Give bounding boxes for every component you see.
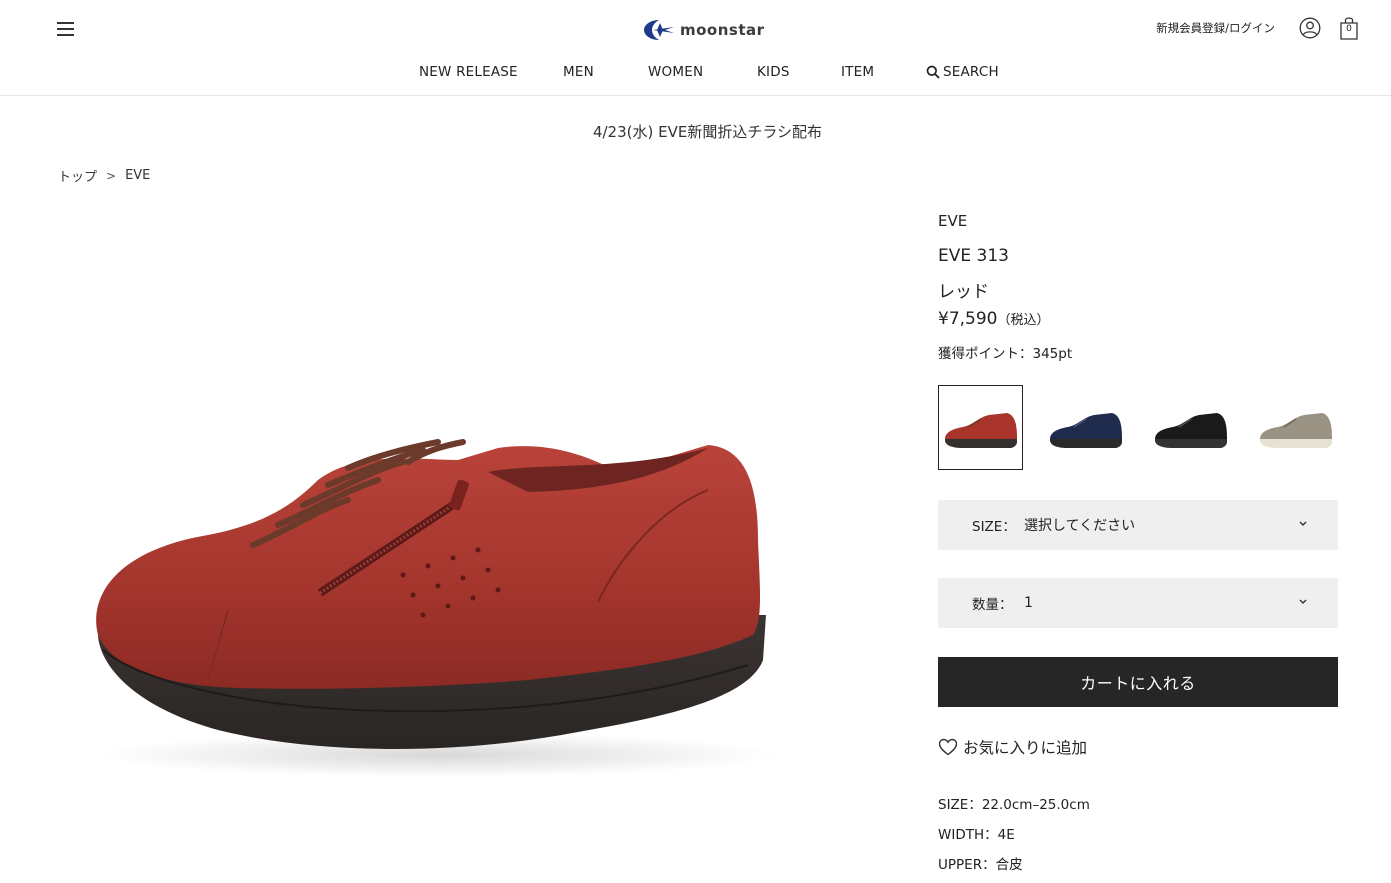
- product-brand[interactable]: EVE: [938, 212, 1338, 230]
- swatch-beige[interactable]: [1253, 385, 1338, 470]
- login-link[interactable]: 新規会員登録/ログイン: [1156, 20, 1275, 36]
- spec-upper: UPPER：合皮: [938, 857, 1023, 873]
- add-to-favorites-button[interactable]: お気に入りに追加: [938, 736, 1087, 758]
- spec-width: WIDTH：4E: [938, 827, 1015, 843]
- navy-shoe-thumbnail: [1049, 412, 1122, 448]
- heart-icon: [938, 738, 958, 756]
- red-shoe-thumbnail: [944, 412, 1017, 448]
- color-swatches: [938, 385, 1358, 470]
- nav-new-release[interactable]: NEW RELEASE: [419, 64, 518, 80]
- spec-size: SIZE：22.0cm–25.0cm: [938, 797, 1090, 813]
- chevron-down-icon: [1299, 521, 1307, 526]
- logo-text: moonstar: [680, 21, 765, 39]
- logo-mark-icon: [644, 20, 674, 40]
- nav-item[interactable]: ITEM: [841, 64, 874, 80]
- black-shoe-thumbnail: [1154, 412, 1227, 448]
- size-select[interactable]: SIZE： 選択してください: [938, 500, 1338, 550]
- product-info: EVE EVE 313 レッド ¥7,590（税込） 獲得ポイント：345pt: [938, 212, 1338, 873]
- breadcrumb-separator: >: [106, 168, 117, 183]
- user-icon[interactable]: [1299, 17, 1321, 39]
- nav-kids[interactable]: KIDS: [757, 64, 790, 80]
- quantity-select-value: 1: [1024, 595, 1033, 611]
- price-tax-note: （税込）: [997, 313, 1050, 328]
- product-color: レッド: [938, 282, 989, 302]
- swatch-red[interactable]: [938, 385, 1023, 470]
- product-price: ¥7,590（税込）: [938, 309, 1050, 329]
- beige-shoe-thumbnail: [1259, 412, 1332, 448]
- points-earned: 獲得ポイント：345pt: [938, 346, 1073, 362]
- product-main-image[interactable]: [58, 210, 793, 883]
- chevron-down-icon: [1299, 599, 1307, 604]
- cart-icon[interactable]: 0: [1339, 16, 1359, 40]
- site-header: moonstar 新規会員登録/ログイン 0 NEW RELEASE MEN W…: [0, 0, 1391, 96]
- swatch-black[interactable]: [1148, 385, 1233, 470]
- announcement-banner[interactable]: 4/23(水) EVE新聞折込チラシ配布: [0, 121, 1391, 142]
- breadcrumb: トップ > EVE: [58, 166, 150, 185]
- favorites-label: お気に入りに追加: [963, 739, 1088, 757]
- cart-count: 0: [1346, 24, 1352, 34]
- breadcrumb-eve[interactable]: EVE: [125, 168, 150, 183]
- moonstar-logo[interactable]: moonstar: [643, 18, 765, 42]
- menu-icon[interactable]: [57, 20, 75, 36]
- price-value: ¥7,590: [938, 309, 998, 329]
- breadcrumb-top[interactable]: トップ: [58, 166, 97, 185]
- header-actions: 新規会員登録/ログイン 0: [1156, 16, 1359, 40]
- red-shoe-image: [96, 439, 778, 777]
- nav-search[interactable]: SEARCH: [926, 64, 999, 80]
- nav-search-label: SEARCH: [943, 64, 999, 80]
- product-specs: SIZE：22.0cm–25.0cm WIDTH：4E UPPER：合皮: [938, 793, 1090, 883]
- product-name: EVE 313: [938, 246, 1009, 266]
- nav-women[interactable]: WOMEN: [648, 64, 703, 80]
- search-icon: [926, 65, 940, 79]
- size-select-label: SIZE：: [972, 519, 1016, 535]
- add-to-cart-button[interactable]: カートに入れる: [938, 657, 1338, 707]
- swatch-navy[interactable]: [1043, 385, 1128, 470]
- size-select-value: 選択してください: [1024, 518, 1136, 534]
- quantity-select-label: 数量：: [972, 597, 1013, 613]
- quantity-select[interactable]: 数量： 1: [938, 578, 1338, 628]
- nav-men[interactable]: MEN: [563, 64, 594, 80]
